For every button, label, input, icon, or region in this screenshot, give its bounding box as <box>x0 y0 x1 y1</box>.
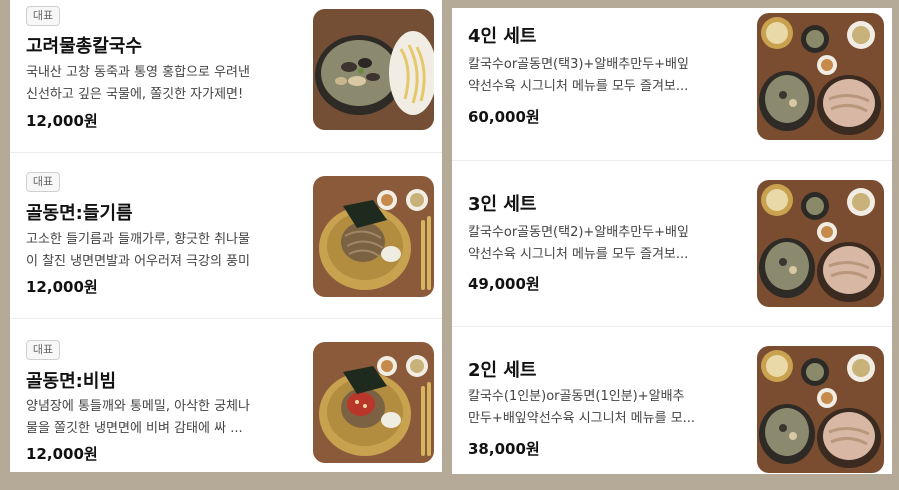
menu-item-perilla-noodles[interactable]: 대표 골동면:들기름 고소한 들기름과 들깨가루, 향긋한 취나물 이 찰진 냉… <box>10 162 442 317</box>
perilla-noodles-photo <box>313 176 434 297</box>
signature-badge: 대표 <box>26 340 60 360</box>
menu-item-price: 49,000원 <box>468 275 540 293</box>
menu-item-description: 고소한 들기름과 들깨가루, 향긋한 취나물 이 찰진 냉면면발과 어우러져 극… <box>26 232 250 269</box>
menu-item-description: 양념장에 통들깨와 통메밀, 아삭한 궁체나 물을 쫄깃한 냉면면에 비벼 감태… <box>26 399 250 436</box>
menu-item-name: 골동면:들기름 <box>26 203 133 224</box>
menu-item-name: 4인 세트 <box>468 26 537 47</box>
menu-item-price: 60,000원 <box>468 108 540 126</box>
divider <box>452 160 892 161</box>
menu-item-name: 고려물총칼국수 <box>26 36 142 57</box>
menu-item-name: 3인 세트 <box>468 194 537 215</box>
menu-item-price: 12,000원 <box>26 278 98 296</box>
menu-item-price: 12,000원 <box>26 445 98 463</box>
menu-item-set-2[interactable]: 2인 세트 칼국수(1인분)or골동면(1인분)+알배추 만두+배잎약선수육 시… <box>452 334 892 474</box>
divider <box>452 326 892 327</box>
menu-item-description: 칼국수or골동면(택3)+알배추만두+배잎 약선수육 시그니처 메뉴를 모두 즐… <box>468 57 689 94</box>
divider <box>10 318 442 319</box>
menu-item-name: 골동면:비빔 <box>26 371 116 392</box>
spicy-noodles-photo <box>313 342 434 463</box>
set-meal-photo <box>757 346 884 473</box>
signature-badge: 대표 <box>26 6 60 26</box>
clam-kalguksu-photo <box>313 9 434 130</box>
menu-item-price: 12,000원 <box>26 112 98 130</box>
menu-item-price: 38,000원 <box>468 440 540 458</box>
menu-item-set-3[interactable]: 3인 세트 칼국수or골동면(택2)+알배추만두+배잎 약선수육 시그니처 메뉴… <box>452 168 892 328</box>
menu-list-right: 4인 세트 칼국수or골동면(택3)+알배추만두+배잎 약선수육 시그니처 메뉴… <box>452 8 892 474</box>
set-meal-photo <box>757 13 884 140</box>
menu-list-left: 대표 고려물총칼국수 국내산 고창 동죽과 통영 홍합으로 우려낸 신선하고 깊… <box>10 0 442 472</box>
set-meal-photo <box>757 180 884 307</box>
divider <box>10 152 442 153</box>
menu-item-description: 국내산 고창 동죽과 통영 홍합으로 우려낸 신선하고 깊은 국물에, 쫄깃한 … <box>26 65 250 102</box>
menu-item-name: 2인 세트 <box>468 360 537 381</box>
menu-item-clam-kalguksu[interactable]: 대표 고려물총칼국수 국내산 고창 동죽과 통영 홍합으로 우려낸 신선하고 깊… <box>10 0 442 152</box>
menu-item-spicy-noodles[interactable]: 대표 골동면:비빔 양념장에 통들깨와 통메밀, 아삭한 궁체나 물을 쫄깃한 … <box>10 330 442 472</box>
menu-item-description: 칼국수or골동면(택2)+알배추만두+배잎 약선수육 시그니처 메뉴를 모두 즐… <box>468 225 689 262</box>
signature-badge: 대표 <box>26 172 60 192</box>
menu-item-set-4[interactable]: 4인 세트 칼국수or골동면(택3)+알배추만두+배잎 약선수육 시그니처 메뉴… <box>452 8 892 160</box>
menu-item-description: 칼국수(1인분)or골동면(1인분)+알배추 만두+배잎약선수육 시그니처 메뉴… <box>468 389 696 426</box>
